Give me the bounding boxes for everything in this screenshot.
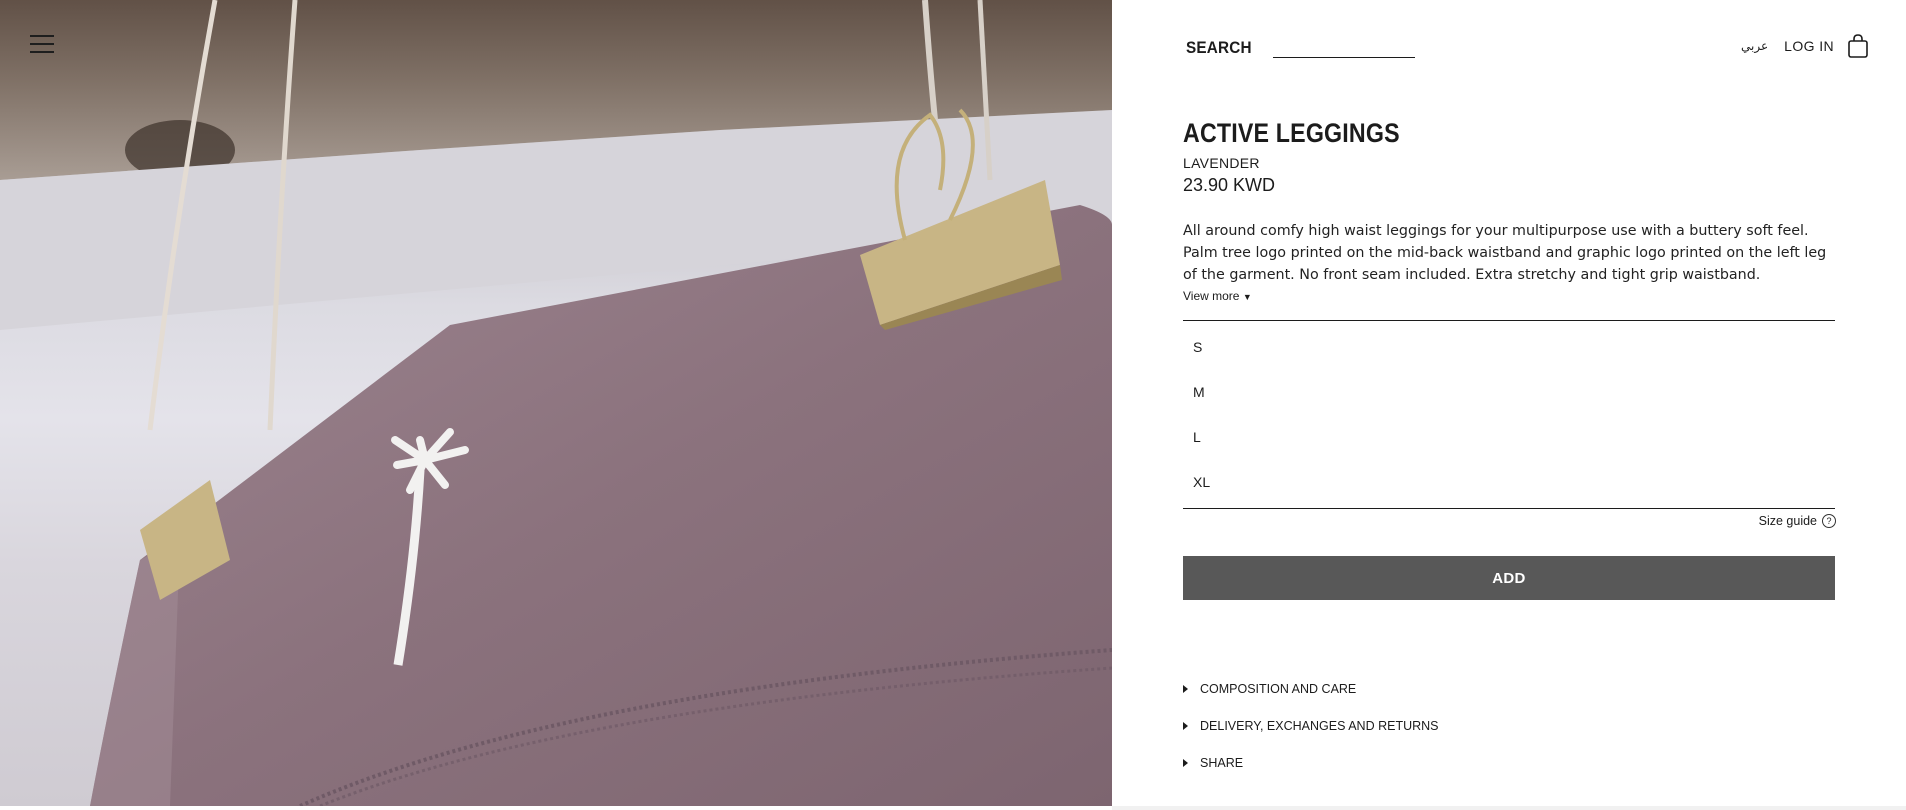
accordion-label: COMPOSITION AND CARE: [1200, 682, 1357, 696]
size-option-s[interactable]: S: [1183, 325, 1835, 370]
product-description: All around comfy high waist leggings for…: [1183, 223, 1827, 283]
size-option-l[interactable]: L: [1183, 415, 1835, 460]
caret-down-icon: ▼: [1242, 292, 1252, 302]
view-more-label: View more: [1183, 289, 1240, 303]
question-icon: ?: [1822, 514, 1836, 528]
bottom-divider: [1112, 806, 1906, 810]
header-actions: عربي LOG IN: [1741, 34, 1868, 58]
view-more-link[interactable]: View more ▼: [1183, 289, 1252, 303]
shopping-bag-icon[interactable]: [1848, 34, 1868, 58]
product-price: 23.90 KWD: [1183, 175, 1276, 195]
accordion-share[interactable]: SHARE: [1183, 756, 1243, 770]
size-guide-link[interactable]: Size guide ?: [1759, 514, 1836, 528]
product-color: LAVENDER: [1183, 155, 1260, 171]
accordion-composition-care[interactable]: COMPOSITION AND CARE: [1183, 682, 1356, 696]
leggings-photo: [0, 0, 1112, 806]
language-toggle[interactable]: عربي: [1741, 39, 1768, 53]
triangle-right-icon: [1183, 722, 1188, 730]
triangle-right-icon: [1183, 685, 1188, 693]
accordion-label: DELIVERY, EXCHANGES AND RETURNS: [1200, 719, 1439, 733]
search-label: SEARCH: [1186, 38, 1252, 57]
login-link[interactable]: LOG IN: [1784, 38, 1834, 54]
size-selector: S M L XL: [1183, 320, 1835, 509]
size-option-m[interactable]: M: [1183, 370, 1835, 415]
accordion-label: SHARE: [1200, 756, 1244, 770]
product-title: ACTIVE LEGGINGS: [1183, 118, 1400, 148]
product-image: [0, 0, 1112, 806]
search-bar: SEARCH: [1186, 38, 1415, 58]
add-to-cart-button[interactable]: ADD: [1183, 556, 1835, 600]
accordion-delivery-returns[interactable]: DELIVERY, EXCHANGES AND RETURNS: [1183, 719, 1439, 733]
size-option-xl[interactable]: XL: [1183, 460, 1835, 505]
search-input[interactable]: [1273, 38, 1415, 58]
triangle-right-icon: [1183, 759, 1188, 767]
size-guide-label: Size guide: [1758, 514, 1817, 528]
hamburger-menu-icon[interactable]: [30, 33, 56, 55]
